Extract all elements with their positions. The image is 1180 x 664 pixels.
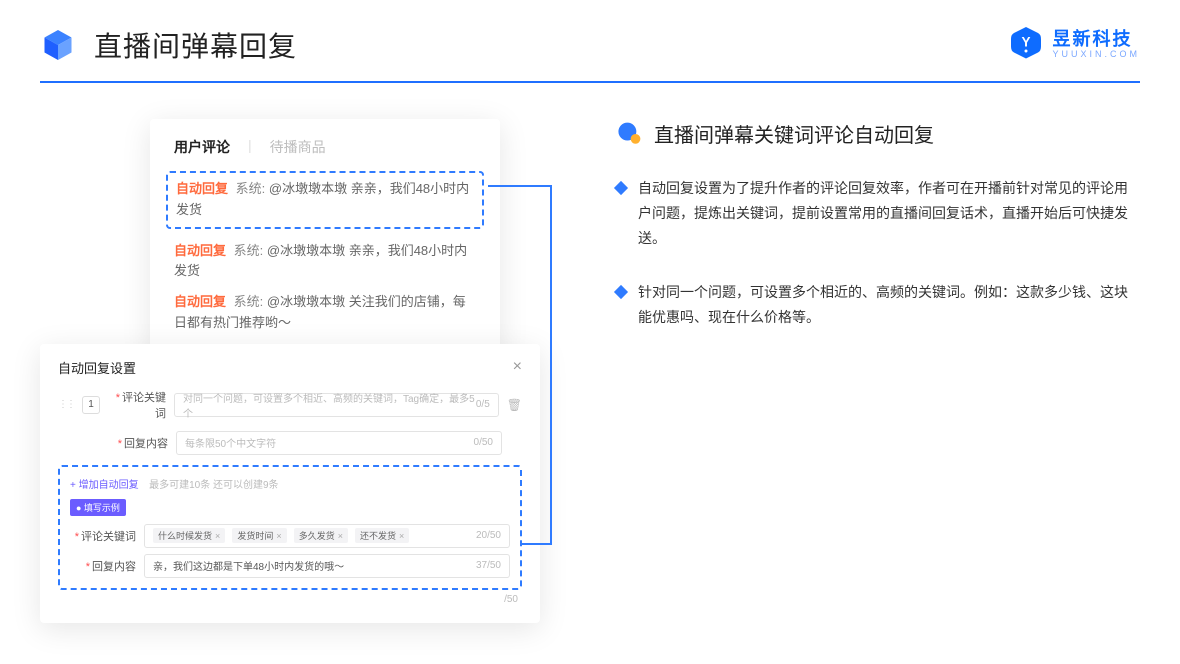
tag-remove-icon[interactable]: ×: [276, 531, 281, 541]
comment-row: 自动回复 系统: @冰墩墩本墩 亲亲，我们48小时内发货: [176, 179, 474, 221]
reply-count: 0/50: [474, 437, 493, 448]
chat-bubble-icon: [616, 121, 642, 147]
outer-count: /50: [58, 594, 522, 605]
reply-label: *回复内容: [110, 435, 168, 451]
diamond-bullet-icon: [614, 284, 628, 298]
system-tag: 系统:: [234, 294, 264, 309]
example-reply-count: 37/50: [476, 560, 501, 571]
example-reply-label: *回复内容: [70, 558, 136, 574]
example-reply-input[interactable]: 亲，我们这边都是下单48小时内发货的哦～ 37/50: [144, 554, 510, 578]
tag-chip[interactable]: 发货时间×: [232, 528, 286, 543]
brand-en: YUUXIN.COM: [1052, 50, 1140, 59]
comments-panel: 用户评论 | 待播商品 自动回复 系统: @冰墩墩本墩 亲亲，我们48小时内发货…: [150, 119, 500, 356]
description-column: 直播间弹幕关键词评论自动回复 自动回复设置为了提升作者的评论回复效率，作者可在开…: [616, 119, 1140, 623]
keyword-placeholder: 对同一个问题，可设置多个相近、高频的关键词，Tag确定，最多5个: [183, 390, 476, 420]
tab-user-comments[interactable]: 用户评论: [174, 137, 230, 157]
bullet-text: 自动回复设置为了提升作者的评论回复效率，作者可在开播前针对常见的评论用户问题，提…: [638, 176, 1140, 252]
tag-chip[interactable]: 多久发货×: [294, 528, 348, 543]
example-reply-text: 亲，我们这边都是下单48小时内发货的哦～: [153, 558, 344, 573]
tab-divider: |: [248, 137, 252, 157]
brand-cn: 昱新科技: [1052, 30, 1140, 48]
comments-tabs: 用户评论 | 待播商品: [174, 137, 476, 157]
bullet-item: 自动回复设置为了提升作者的评论回复效率，作者可在开播前针对常见的评论用户问题，提…: [616, 176, 1140, 252]
delete-icon[interactable]: 🗑: [507, 398, 522, 412]
comment-row: 自动回复 系统: @冰墩墩本墩 关注我们的店铺，每日都有热门推荐哟～: [174, 292, 476, 334]
example-highlight-box: + 增加自动回复 最多可建10条 还可以创建9条 ● 填写示例 *评论关键词 什…: [58, 465, 522, 590]
keyword-row: ⋮⋮ 1 *评论关键词 对同一个问题，可设置多个相近、高频的关键词，Tag确定，…: [58, 389, 522, 421]
brand-logo-icon: Y: [1008, 24, 1044, 65]
example-reply-row: *回复内容 亲，我们这边都是下单48小时内发货的哦～ 37/50: [70, 554, 510, 578]
bullet-item: 针对同一个问题，可设置多个相近的、高频的关键词。例如：这款多少钱、这块能优惠吗、…: [616, 280, 1140, 330]
rule-index: 1: [82, 396, 100, 414]
tag-chip[interactable]: 什么时候发货×: [153, 528, 225, 543]
tab-pending-products[interactable]: 待播商品: [270, 137, 326, 157]
keyword-input[interactable]: 对同一个问题，可设置多个相近、高频的关键词，Tag确定，最多5个 0/5: [174, 393, 499, 417]
modal-header: 自动回复设置 ×: [58, 358, 522, 377]
close-icon[interactable]: ×: [513, 358, 522, 376]
section-heading: 直播间弹幕关键词评论自动回复: [616, 119, 1140, 148]
reply-row: *回复内容 每条限50个中文字符 0/50: [58, 431, 522, 455]
highlighted-comment: 自动回复 系统: @冰墩墩本墩 亲亲，我们48小时内发货: [166, 171, 484, 229]
example-keyword-row: *评论关键词 什么时候发货× 发货时间× 多久发货× 还不发货× 20/50: [70, 524, 510, 548]
reply-input[interactable]: 每条限50个中文字符 0/50: [176, 431, 502, 455]
brand-text: 昱新科技 YUUXIN.COM: [1052, 30, 1140, 59]
system-tag: 系统:: [236, 181, 266, 196]
system-tag: 系统:: [234, 243, 264, 258]
keyword-count: 0/5: [476, 399, 490, 410]
add-auto-reply-hint: 最多可建10条 还可以创建9条: [149, 480, 278, 491]
modal-title: 自动回复设置: [58, 358, 136, 377]
reply-placeholder: 每条限50个中文字符: [185, 435, 276, 450]
bullet-text: 针对同一个问题，可设置多个相近的、高频的关键词。例如：这款多少钱、这块能优惠吗、…: [638, 280, 1140, 330]
auto-reply-settings-modal: 自动回复设置 × ⋮⋮ 1 *评论关键词 对同一个问题，可设置多个相近、高频的关…: [40, 344, 540, 623]
screenshot-column: 用户评论 | 待播商品 自动回复 系统: @冰墩墩本墩 亲亲，我们48小时内发货…: [40, 119, 560, 623]
page-title: 直播间弹幕回复: [94, 25, 297, 65]
header-left: 直播间弹幕回复: [40, 25, 297, 65]
keyword-label: *评论关键词: [108, 389, 166, 421]
cube-icon: [40, 27, 76, 63]
example-keyword-input[interactable]: 什么时候发货× 发货时间× 多久发货× 还不发货× 20/50: [144, 524, 510, 548]
example-keyword-count: 20/50: [476, 530, 501, 541]
tag-remove-icon[interactable]: ×: [399, 531, 404, 541]
auto-reply-tag: 自动回复: [176, 181, 228, 196]
add-auto-reply-link[interactable]: + 增加自动回复: [70, 480, 139, 491]
brand-block: Y 昱新科技 YUUXIN.COM: [1008, 24, 1140, 65]
example-keyword-label: *评论关键词: [70, 528, 136, 544]
add-auto-reply-row: + 增加自动回复 最多可建10条 还可以创建9条: [70, 475, 510, 493]
tag-remove-icon[interactable]: ×: [215, 531, 220, 541]
connector-line: [520, 543, 552, 545]
connector-line: [550, 185, 552, 543]
tag-remove-icon[interactable]: ×: [338, 531, 343, 541]
example-badge: ● 填写示例: [70, 499, 126, 516]
drag-handle-icon[interactable]: ⋮⋮: [58, 399, 74, 410]
page-header: 直播间弹幕回复 Y 昱新科技 YUUXIN.COM: [0, 0, 1180, 65]
svg-text:Y: Y: [1022, 35, 1031, 50]
content-area: 用户评论 | 待播商品 自动回复 系统: @冰墩墩本墩 亲亲，我们48小时内发货…: [0, 83, 1180, 623]
auto-reply-tag: 自动回复: [174, 243, 226, 258]
tag-chip[interactable]: 还不发货×: [355, 528, 409, 543]
example-tag-list: 什么时候发货× 发货时间× 多久发货× 还不发货×: [153, 528, 413, 543]
comment-row: 自动回复 系统: @冰墩墩本墩 亲亲，我们48小时内发货: [174, 241, 476, 283]
section-title: 直播间弹幕关键词评论自动回复: [654, 119, 934, 148]
diamond-bullet-icon: [614, 181, 628, 195]
auto-reply-tag: 自动回复: [174, 294, 226, 309]
connector-line: [488, 185, 552, 187]
